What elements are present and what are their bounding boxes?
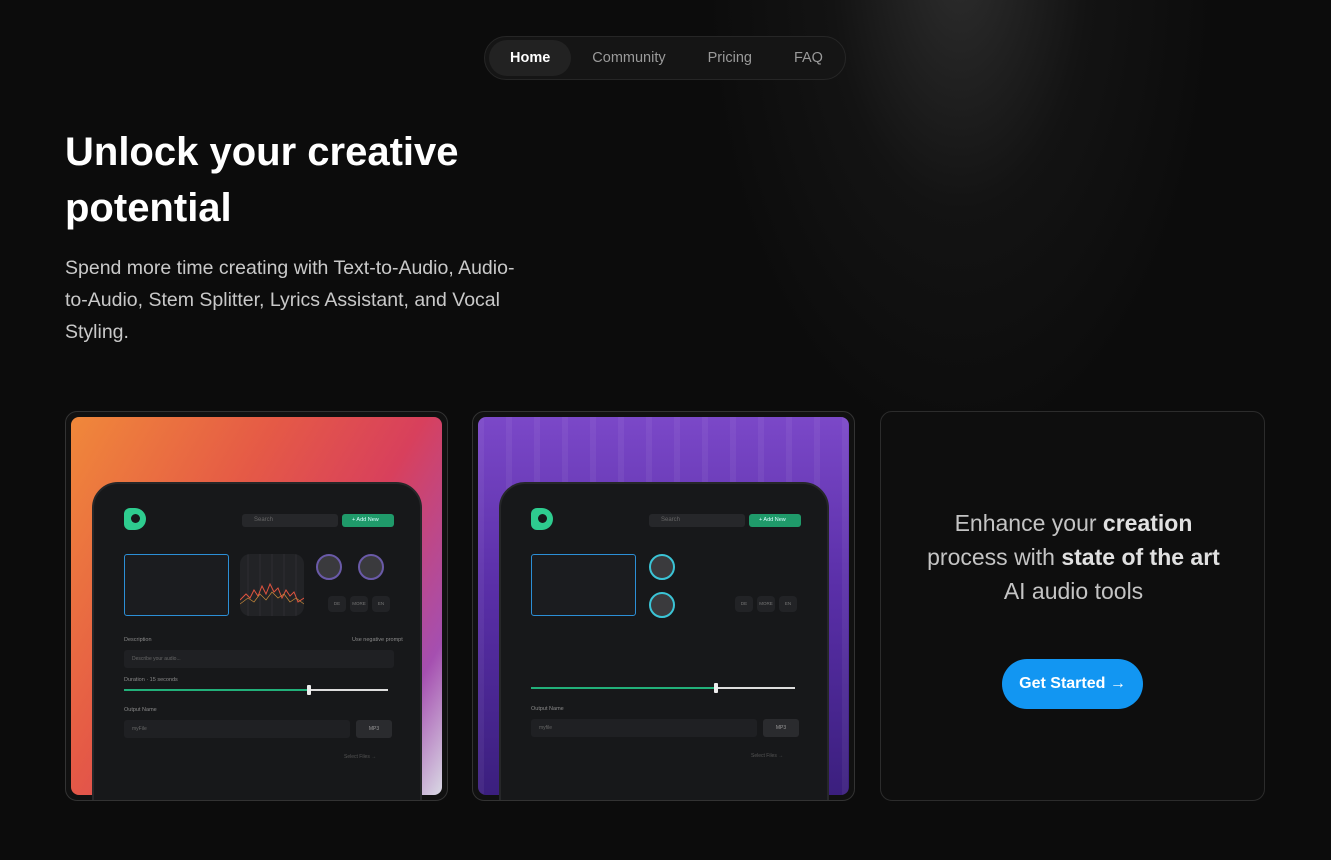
- mock-search-input: Search: [649, 514, 745, 527]
- mock-mini-button: MORE: [350, 596, 368, 612]
- knob-1: [649, 554, 675, 580]
- mock-mini-button: DE: [735, 596, 753, 612]
- mock-duration-slider: [531, 683, 795, 693]
- mock-upload-box: [531, 554, 636, 616]
- app-mockup: Search + Add New DE MORE EN Output Name …: [499, 482, 829, 800]
- feature-card-2[interactable]: Search + Add New DE MORE EN Output Name …: [472, 411, 855, 801]
- slider-fill: [531, 687, 716, 689]
- mock-format-select: MP3: [763, 719, 799, 737]
- slider-thumb: [713, 683, 718, 693]
- mock-duration-slider: [124, 685, 388, 695]
- mock-duration-label: Duration · 15 seconds: [124, 677, 178, 683]
- hero-subtitle: Spend more time creating with Text-to-Au…: [65, 257, 515, 343]
- knob-2: [358, 554, 384, 580]
- mock-add-button: + Add New: [749, 514, 801, 527]
- tagline-bold: state of the art: [1061, 544, 1220, 570]
- mock-format-select: MP3: [356, 720, 392, 738]
- mock-description-label: Description: [124, 637, 152, 643]
- knob-1: [316, 554, 342, 580]
- mock-mini-button: MORE: [757, 596, 775, 612]
- slider-fill: [124, 689, 309, 691]
- app-logo-icon: [531, 508, 553, 530]
- tagline-bold: creation: [1102, 510, 1193, 536]
- card-tagline: Enhance your creation process with state…: [881, 506, 1264, 608]
- get-started-button[interactable]: Get Started →: [1002, 659, 1143, 709]
- waveform-chart-icon: [240, 554, 304, 616]
- mock-add-button: + Add New: [342, 514, 394, 527]
- mock-waveform-graph: [240, 554, 304, 616]
- mock-output-name-label: Output Name: [531, 706, 564, 712]
- tagline-text: process with: [927, 544, 1062, 570]
- nav-pricing[interactable]: Pricing: [687, 40, 773, 76]
- mock-upload-box: [124, 554, 229, 616]
- mock-output-name-field: myfile: [531, 719, 757, 737]
- mock-mini-buttons: DE MORE EN: [328, 596, 390, 612]
- mock-mini-buttons: DE MORE EN: [735, 596, 797, 612]
- mock-select-files-link: Select Files →: [344, 754, 377, 760]
- mock-mini-button: DE: [328, 596, 346, 612]
- tagline-text: Enhance your: [954, 510, 1103, 536]
- mock-output-name-field: myFile: [124, 720, 350, 738]
- nav-community[interactable]: Community: [571, 40, 686, 76]
- feature-card-3: Enhance your creation process with state…: [880, 411, 1265, 801]
- mock-description-field: Describe your audio...: [124, 650, 394, 668]
- top-nav: Home Community Pricing FAQ: [484, 36, 846, 80]
- mock-negative-prompt-label: Use negative prompt: [352, 637, 403, 643]
- slider-thumb: [306, 685, 311, 695]
- knob-2: [649, 592, 675, 618]
- mock-mini-button: EN: [779, 596, 797, 612]
- mock-mini-button: EN: [372, 596, 390, 612]
- nav-home[interactable]: Home: [489, 40, 572, 76]
- app-logo-icon: [124, 508, 146, 530]
- mock-select-files-link: Select Files →: [751, 753, 784, 759]
- hero-title: Unlock your creative potential: [65, 130, 459, 230]
- mock-search-input: Search: [242, 514, 338, 527]
- nav-faq[interactable]: FAQ: [773, 40, 844, 76]
- feature-card-1[interactable]: Search + Add New DE MORE EN Description …: [65, 411, 448, 801]
- app-mockup: Search + Add New DE MORE EN Description …: [92, 482, 422, 800]
- mock-output-name-label: Output Name: [124, 707, 157, 713]
- tagline-text: AI audio tools: [1003, 578, 1144, 604]
